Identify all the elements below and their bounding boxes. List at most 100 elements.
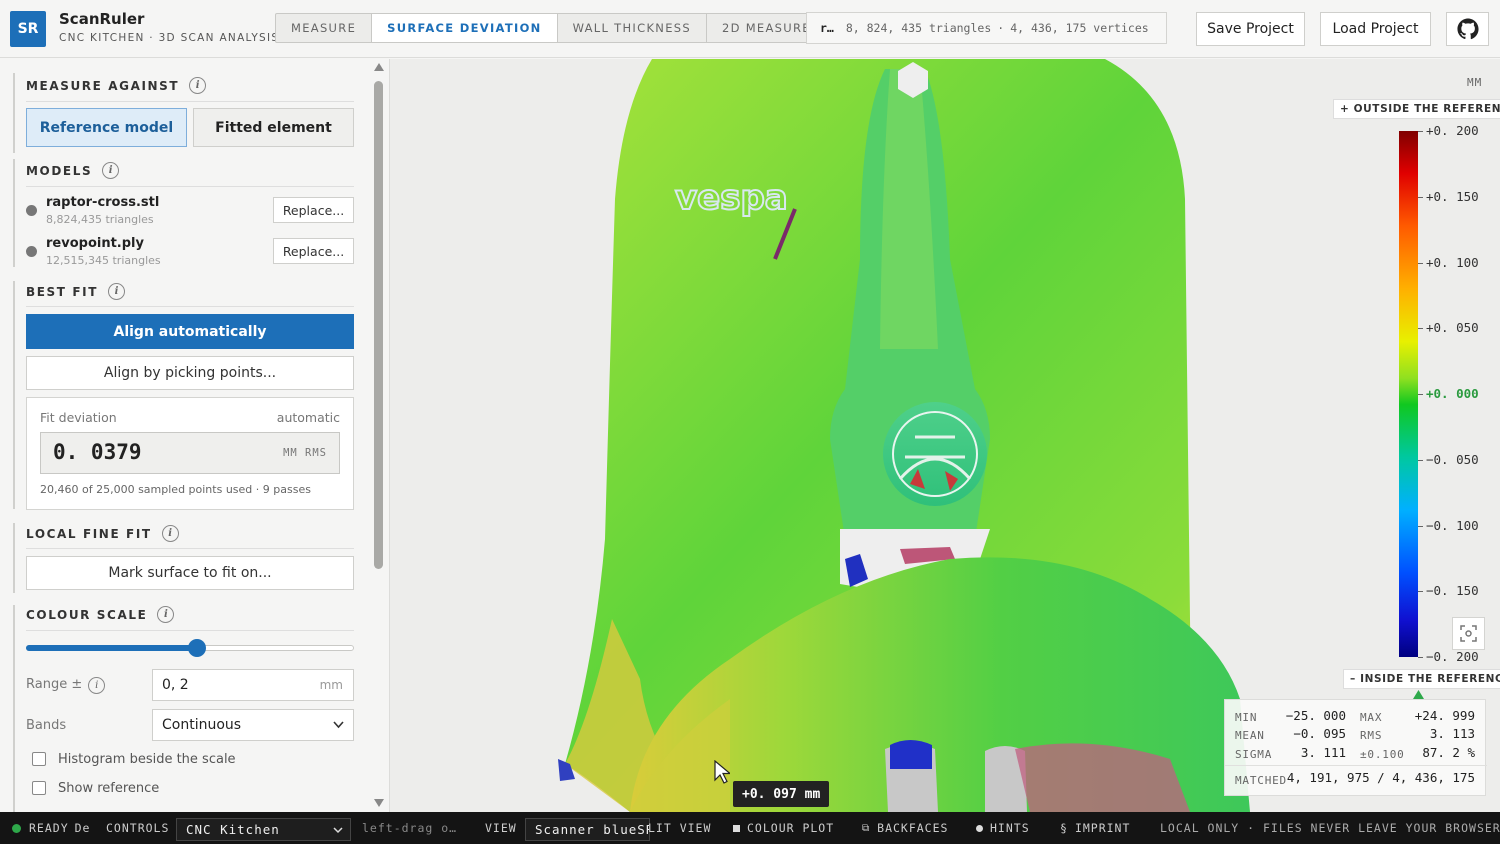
stat-key: MATCHED (1235, 774, 1287, 787)
slider-thumb[interactable] (187, 639, 206, 657)
save-project-button[interactable]: Save Project (1196, 12, 1305, 46)
mouse-cursor-icon (714, 760, 730, 784)
scroll-down-icon[interactable] (374, 799, 384, 807)
scrollbar-thumb[interactable] (374, 81, 383, 569)
align-by-points-button[interactable]: Align by picking points... (26, 356, 354, 390)
range-label: Range ± i (26, 677, 106, 694)
range-slider[interactable] (26, 639, 354, 657)
stat-mean: −0. 095 (1293, 726, 1346, 741)
outside-reference-tag: + OUTSIDE THE REFERENCE (1333, 99, 1500, 119)
dot-icon (976, 824, 983, 832)
app-logo: SR (10, 11, 46, 47)
bolt-deviation-blue (890, 740, 932, 769)
legend-tick-label: −0. 100 (1426, 517, 1479, 533)
controls-select[interactable]: CNC Kitchen (176, 818, 351, 841)
fit-deviation-readout: 0. 0379 MM RMS (40, 432, 340, 474)
legend-tick-label: +0. 050 (1426, 320, 1479, 336)
sidebar-scrollbar[interactable] (372, 63, 386, 808)
privacy-note: LOCAL ONLY · FILES NEVER LEAVE YOUR BROW… (1160, 821, 1500, 835)
range-unit: mm (319, 678, 343, 692)
legend-tick-mark (1418, 591, 1423, 593)
ready-dot (12, 823, 21, 833)
scan-file-name: r… (820, 21, 834, 35)
range-value: 0, 2 (162, 677, 189, 693)
info-icon[interactable]: i (102, 162, 120, 179)
model-status-dot (26, 246, 37, 257)
fit-view-button[interactable] (1452, 617, 1485, 650)
legend-tick-mark (1418, 196, 1423, 198)
triangle-count: 8, 824, 435 triangles (845, 21, 992, 35)
align-automatically-button[interactable]: Align automatically (26, 314, 354, 349)
view-label: VIEW (485, 821, 517, 835)
fit-deviation-panel: Fit deviation automatic 0. 0379 MM RMS 2… (26, 397, 354, 510)
info-icon[interactable]: i (108, 283, 125, 300)
app-header: SR ScanRuler CNC KITCHEN · 3D SCAN ANALY… (0, 0, 1500, 58)
replace-model-button[interactable]: Replace... (273, 238, 354, 264)
app-title: ScanRuler (59, 10, 145, 28)
stat-rms: 3. 113 (1429, 726, 1475, 741)
focus-frame-icon (1460, 625, 1477, 642)
section-rail (13, 605, 15, 812)
hints-toggle[interactable]: HINTS (976, 812, 1030, 844)
info-icon[interactable]: i (157, 606, 175, 623)
tab-surface-deviation[interactable]: SURFACE DEVIATION (372, 14, 558, 42)
section-rail (13, 523, 15, 593)
stat-min: −25. 000 (1285, 708, 1346, 723)
3d-viewport[interactable]: vespa MM + OUTSIDE THE REFERENCE +0. 200… (390, 59, 1500, 812)
legend-tick-mark (1418, 328, 1423, 330)
reference-model-option[interactable]: Reference model (26, 108, 187, 147)
colour-plot-label: COLOUR PLOT (747, 821, 835, 835)
scroll-up-icon[interactable] (374, 63, 384, 71)
fitted-element-option[interactable]: Fitted element (193, 108, 354, 147)
controls-value: CNC Kitchen (186, 822, 280, 837)
tab-wall-thickness[interactable]: WALL THICKNESS (558, 14, 707, 42)
bands-value: Continuous (162, 717, 242, 733)
section-rail (13, 159, 15, 267)
hints-label: HINTS (990, 821, 1030, 835)
info-icon[interactable]: i (189, 77, 207, 94)
load-project-button[interactable]: Load Project (1320, 12, 1431, 46)
github-icon (1456, 18, 1479, 40)
tab-measure[interactable]: MEASURE (276, 14, 373, 42)
stat-key: MAX (1360, 711, 1383, 724)
range-input[interactable]: 0, 2 mm (152, 669, 354, 701)
legend-tick-label: +0. 150 (1426, 188, 1479, 204)
info-icon[interactable]: i (88, 677, 106, 694)
legend-tick-mark (1418, 525, 1423, 527)
ready-text: READY (29, 821, 69, 835)
bands-label: Bands (26, 718, 67, 733)
info-separator: · (997, 21, 1005, 35)
legend-tick-mark (1418, 131, 1423, 132)
view-select[interactable]: Scanner blueSR (525, 818, 650, 841)
stat-key: ±0.100 (1360, 748, 1405, 761)
local-fine-fit-title: LOCAL FINE FIT i (26, 525, 179, 542)
stat-key: SIGMA (1235, 748, 1273, 761)
backfaces-toggle[interactable]: ⧉ BACKFACES (862, 812, 948, 844)
imprint-link[interactable]: § IMPRINT (1060, 812, 1130, 844)
sidebar: MEASURE AGAINST i Reference model Fitted … (0, 59, 390, 812)
stat-in-tolerance: 87. 2 % (1422, 745, 1475, 760)
fit-deviation-label: Fit deviation (40, 410, 117, 425)
legend-tick-label: +0. 000 (1426, 386, 1479, 401)
replace-model-button[interactable]: Replace... (273, 197, 354, 223)
github-button[interactable] (1446, 12, 1489, 46)
split-view-toggle[interactable]: LIT VIEW (648, 812, 711, 844)
scan-info: r… 8, 824, 435 triangles · 4, 436, 175 v… (806, 12, 1167, 44)
mark-surface-button[interactable]: Mark surface to fit on... (26, 556, 354, 590)
bands-select[interactable]: Continuous (152, 709, 354, 741)
section-rail (13, 281, 15, 509)
histogram-checkbox[interactable] (32, 752, 46, 766)
show-reference-checkbox[interactable] (32, 781, 46, 795)
ready-indicator: READY De (12, 812, 90, 844)
colour-plot-toggle[interactable]: COLOUR PLOT (733, 812, 834, 844)
square-icon (733, 824, 740, 832)
colour-legend-bar (1399, 131, 1418, 657)
stat-max: +24. 999 (1414, 708, 1475, 723)
controls-label: CONTROLS (106, 821, 170, 835)
info-icon[interactable]: i (161, 525, 179, 542)
fit-deviation-value: 0. 0379 (53, 440, 142, 464)
fit-note: 20,460 of 25,000 sampled points used · 9… (40, 483, 311, 496)
controls-hint: left-drag o… (362, 821, 458, 835)
view-value: Scanner blueSR (535, 822, 650, 837)
models-title: MODELS i (26, 162, 120, 179)
